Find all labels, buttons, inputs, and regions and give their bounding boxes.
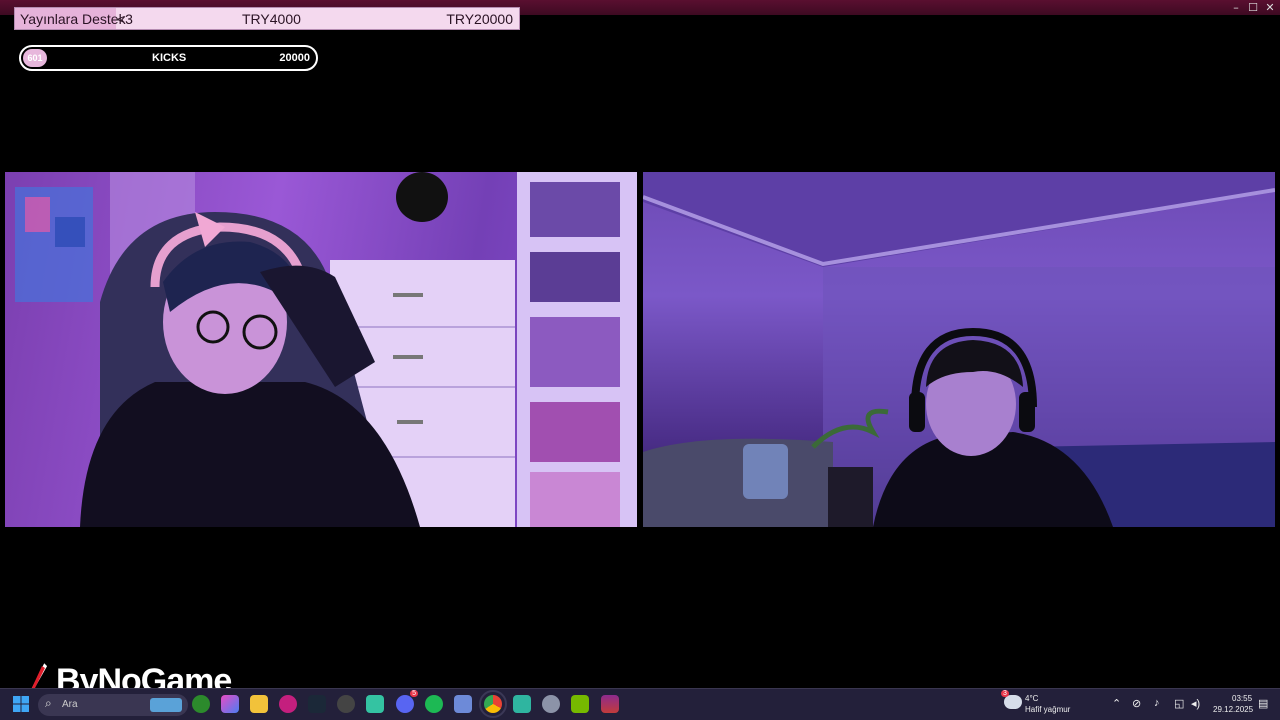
app-icon[interactable] bbox=[366, 695, 384, 713]
volume-icon[interactable]: ◂) bbox=[1191, 697, 1200, 710]
xbox-icon[interactable] bbox=[192, 695, 210, 713]
donation-current: TRY4000 bbox=[242, 11, 301, 27]
winrar-icon[interactable] bbox=[601, 695, 619, 713]
donation-heart: <3 bbox=[117, 11, 133, 27]
spotify-icon[interactable] bbox=[425, 695, 443, 713]
chrome-icon[interactable] bbox=[479, 690, 507, 718]
wifi-icon[interactable]: ◱ bbox=[1174, 697, 1184, 710]
copilot-icon[interactable] bbox=[221, 695, 239, 713]
windows-start-icon[interactable] bbox=[12, 695, 30, 713]
ceiling bbox=[643, 172, 1275, 267]
donation-goal: TRY20000 bbox=[446, 11, 513, 27]
weather-desc: Hafif yağmur bbox=[1025, 705, 1071, 714]
kicks-current: 601 bbox=[23, 49, 47, 67]
app-icon-2[interactable] bbox=[454, 695, 472, 713]
settings-icon[interactable] bbox=[542, 695, 560, 713]
taskbar-search-box[interactable]: ⌕ Ara bbox=[38, 694, 188, 716]
kicks-goal-bar: 601 KICKS 20000 bbox=[19, 45, 318, 71]
kicks-label: KICKS bbox=[152, 52, 187, 64]
taskbar: ⌕ Ara 5 3 4°C Hafif yağmur ⌃ ⊘ ♪ ◱ ◂) 03… bbox=[0, 688, 1280, 720]
webcam-scene-left bbox=[15, 172, 637, 527]
discord-icon[interactable]: 5 bbox=[396, 690, 418, 713]
sofa bbox=[643, 438, 833, 527]
clock-time[interactable]: 03:55 bbox=[1232, 694, 1252, 703]
search-icon: ⌕ bbox=[45, 696, 52, 710]
clock-date[interactable]: 29.12.2025 bbox=[1213, 705, 1253, 714]
widgets-icon[interactable] bbox=[150, 698, 182, 712]
kicks-goal: 20000 bbox=[279, 52, 310, 64]
weather-temp: 4°C bbox=[1025, 694, 1039, 703]
github-icon[interactable] bbox=[337, 695, 355, 713]
obs-icon[interactable] bbox=[279, 695, 297, 713]
discord-badge: 5 bbox=[410, 690, 418, 697]
weather-icon[interactable]: 3 bbox=[1001, 690, 1022, 709]
app-icon-3[interactable] bbox=[513, 695, 531, 713]
notification-bell-icon[interactable]: ▤ bbox=[1258, 697, 1268, 710]
nvidia-icon[interactable] bbox=[571, 695, 589, 713]
donation-goal-bar: Yayınlara Destek <3 TRY4000 TRY20000 bbox=[14, 7, 520, 30]
webcam-scene-right bbox=[643, 172, 1275, 527]
donation-title: Yayınlara Destek bbox=[20, 11, 126, 27]
file-explorer-icon[interactable] bbox=[250, 695, 268, 713]
weather-badge: 3 bbox=[1001, 690, 1009, 697]
webcam-feed-right bbox=[643, 172, 1275, 527]
microphone-icon[interactable]: ♪ bbox=[1154, 697, 1160, 709]
close-button[interactable]: ✕ bbox=[1260, 1, 1280, 14]
search-placeholder: Ara bbox=[62, 699, 78, 710]
tray-chevron-icon[interactable]: ⌃ bbox=[1112, 697, 1121, 710]
webcam-feed-left bbox=[5, 172, 637, 527]
steam-icon[interactable] bbox=[308, 695, 326, 713]
wall-clock bbox=[396, 172, 448, 222]
network-off-icon[interactable]: ⊘ bbox=[1132, 697, 1141, 710]
